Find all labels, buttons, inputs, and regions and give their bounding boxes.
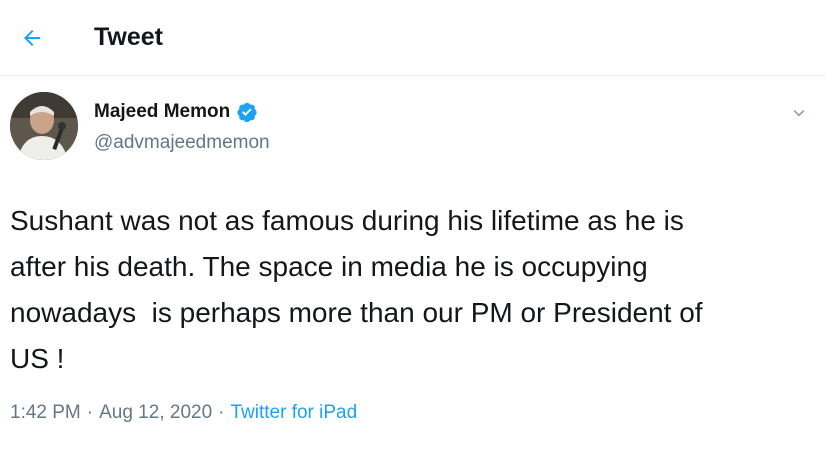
arrow-left-icon bbox=[24, 30, 40, 46]
author-handle[interactable]: @advmajeedmemon bbox=[94, 131, 270, 155]
avatar-image bbox=[10, 92, 78, 160]
chevron-down-icon bbox=[793, 110, 805, 117]
tweet-text: Sushant was not as famous during his lif… bbox=[10, 205, 703, 374]
tweet-header: Tweet bbox=[0, 0, 825, 76]
tweet-meta: 1:42 PM · Aug 12, 2020 · Twitter for iPa… bbox=[10, 400, 357, 426]
author-name-row: Majeed Memon bbox=[94, 100, 258, 124]
meta-separator: · bbox=[218, 402, 225, 423]
tweet-time[interactable]: 1:42 PM bbox=[10, 400, 81, 426]
tweet-source-link[interactable]: Twitter for iPad bbox=[230, 400, 357, 426]
avatar[interactable] bbox=[10, 92, 78, 160]
tweet-date[interactable]: Aug 12, 2020 bbox=[99, 400, 212, 426]
tweet-menu-button[interactable] bbox=[786, 100, 812, 126]
back-button[interactable] bbox=[12, 18, 52, 58]
verified-badge-icon bbox=[236, 101, 258, 123]
page-title: Tweet bbox=[94, 23, 163, 51]
meta-separator: · bbox=[86, 402, 94, 423]
author-display-name[interactable]: Majeed Memon bbox=[94, 100, 230, 124]
